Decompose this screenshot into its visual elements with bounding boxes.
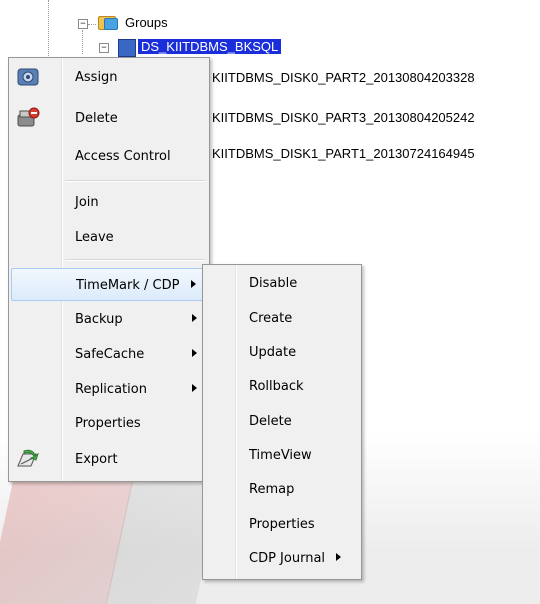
groups-folder-icon bbox=[98, 14, 118, 30]
menu-item-backup[interactable]: Backup bbox=[11, 303, 207, 336]
menu-item-label: TimeView bbox=[249, 448, 312, 463]
group-icon bbox=[118, 39, 136, 57]
menu-item-label: CDP Journal bbox=[249, 551, 326, 566]
menu-item-label: Remap bbox=[249, 482, 295, 497]
export-icon bbox=[17, 449, 39, 467]
menu-item-safecache[interactable]: SafeCache bbox=[11, 338, 207, 371]
menu-item-label: Join bbox=[75, 195, 99, 210]
menu-separator bbox=[65, 259, 205, 261]
menu-item-export[interactable]: Export bbox=[11, 443, 207, 476]
menu-item-label: Leave bbox=[75, 230, 114, 245]
menu-item-leave[interactable]: Leave bbox=[11, 221, 207, 254]
submenu-item-create[interactable]: Create bbox=[205, 302, 359, 335]
menu-separator bbox=[65, 180, 205, 182]
menu-item-label: Create bbox=[249, 311, 293, 326]
collapse-toggle-group[interactable]: − bbox=[99, 43, 109, 53]
selected-group-label[interactable]: DS_KIITDBMS_BKSQL bbox=[138, 39, 282, 54]
menu-item-label: Properties bbox=[75, 416, 141, 431]
menu-item-label: Replication bbox=[75, 382, 147, 397]
assign-icon bbox=[17, 68, 39, 86]
submenu-arrow-icon bbox=[336, 553, 341, 561]
tree-line bbox=[88, 24, 96, 25]
submenu-item-properties[interactable]: Properties bbox=[205, 508, 359, 541]
menu-item-join[interactable]: Join bbox=[11, 186, 207, 219]
menu-item-timemark-cdp[interactable]: TimeMark / CDP bbox=[11, 268, 207, 301]
submenu-item-remap[interactable]: Remap bbox=[205, 473, 359, 506]
tree-child-3[interactable]: KIITDBMS_DISK1_PART1_20130724164945 bbox=[212, 146, 475, 161]
menu-item-label: Rollback bbox=[249, 379, 304, 394]
submenu-arrow-icon bbox=[192, 349, 197, 357]
tree-groups-label[interactable]: Groups bbox=[125, 15, 168, 30]
submenu-arrow-icon bbox=[191, 280, 196, 288]
menu-item-label: Backup bbox=[75, 312, 123, 327]
submenu-item-disable[interactable]: Disable bbox=[205, 267, 359, 300]
collapse-toggle[interactable]: − bbox=[78, 19, 88, 29]
menu-item-label: SafeCache bbox=[75, 347, 145, 362]
menu-item-label: Disable bbox=[249, 276, 298, 291]
menu-item-replication[interactable]: Replication bbox=[11, 373, 207, 406]
menu-item-assign[interactable]: Assign bbox=[11, 61, 207, 94]
menu-item-label: Access Control bbox=[75, 149, 171, 164]
menu-item-label: Properties bbox=[249, 517, 315, 532]
menu-item-label: TimeMark / CDP bbox=[76, 278, 180, 293]
menu-item-properties[interactable]: Properties bbox=[11, 407, 207, 440]
tree-child-2[interactable]: KIITDBMS_DISK0_PART3_20130804205242 bbox=[212, 110, 475, 125]
submenu-arrow-icon bbox=[192, 384, 197, 392]
submenu-arrow-icon bbox=[192, 314, 197, 322]
submenu-item-rollback[interactable]: Rollback bbox=[205, 370, 359, 403]
tree-line bbox=[82, 30, 83, 54]
menu-item-label: Update bbox=[249, 345, 297, 360]
menu-item-delete[interactable]: Delete bbox=[11, 102, 207, 135]
menu-item-label: Assign bbox=[75, 70, 118, 85]
menu-item-access-control[interactable]: Access Control bbox=[11, 140, 207, 173]
timemark-cdp-submenu: Disable Create Update Rollback Delete Ti… bbox=[202, 264, 362, 580]
submenu-item-timeview[interactable]: TimeView bbox=[205, 439, 359, 472]
tree-selected-group[interactable]: DS_KIITDBMS_BKSQL bbox=[138, 39, 282, 54]
menu-item-label: Export bbox=[75, 452, 118, 467]
menu-item-label: Delete bbox=[249, 414, 292, 429]
context-menu: Assign Delete Access Control Join Leave … bbox=[8, 57, 210, 482]
tree-child-1[interactable]: KIITDBMS_DISK0_PART2_20130804203328 bbox=[212, 70, 475, 85]
menu-item-label: Delete bbox=[75, 111, 118, 126]
submenu-item-cdp-journal[interactable]: CDP Journal bbox=[205, 542, 359, 575]
tree-line bbox=[48, 0, 49, 60]
submenu-item-delete[interactable]: Delete bbox=[205, 405, 359, 438]
submenu-item-update[interactable]: Update bbox=[205, 336, 359, 369]
delete-icon bbox=[17, 107, 40, 127]
